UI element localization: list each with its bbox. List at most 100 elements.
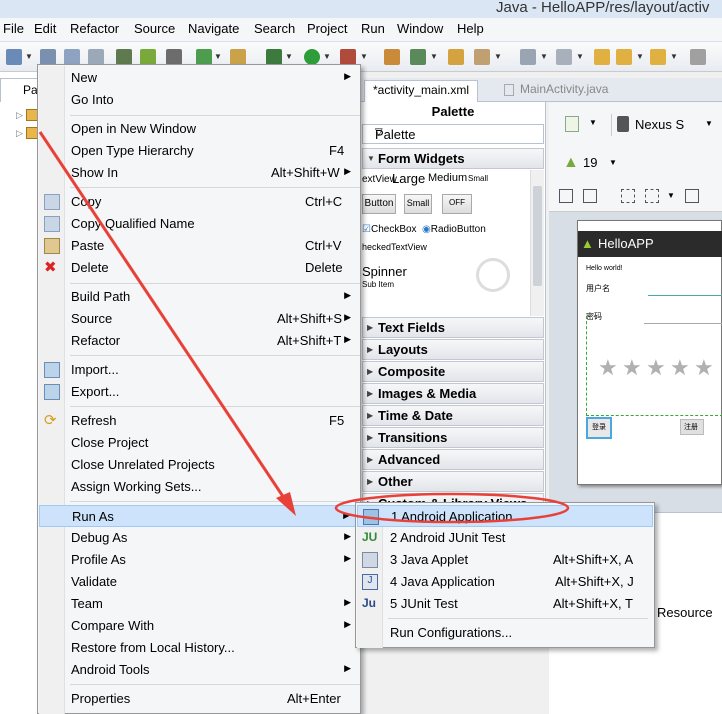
new-icon[interactable] — [6, 49, 22, 65]
device-selector[interactable]: Nexus S ▼ — [617, 114, 717, 136]
menu-item-import[interactable]: Import... — [39, 359, 359, 381]
chevron-down-icon[interactable]: ▼ — [589, 118, 597, 127]
chevron-down-icon[interactable]: ▼ — [25, 52, 33, 61]
menu-item-android-tools[interactable]: Android Tools ▶ — [39, 659, 359, 681]
menu-item-team[interactable]: Team ▶ — [39, 593, 359, 615]
forward-icon[interactable] — [650, 49, 666, 65]
password-input[interactable] — [644, 323, 722, 324]
chevron-down-icon[interactable]: ▼ — [540, 52, 548, 61]
run-icon[interactable] — [304, 49, 320, 65]
chevron-down-icon[interactable]: ▼ — [430, 52, 438, 61]
save-all-icon[interactable] — [64, 49, 80, 65]
check-icon[interactable] — [196, 49, 212, 65]
menu-item-compare-with[interactable]: Compare With ▶ — [39, 615, 359, 637]
chevron-down-icon[interactable]: ▼ — [636, 52, 644, 61]
widget-spinner[interactable]: Spinner — [362, 264, 407, 279]
widget-toggle-button[interactable]: OFF — [442, 194, 472, 214]
menu-item-debug-as[interactable]: Debug As ▶ — [39, 527, 359, 549]
run-as-android-junit-test[interactable]: JU 2 Android JUnit Test — [357, 527, 653, 549]
annotation-icon[interactable] — [520, 49, 536, 65]
widget-radio[interactable]: ◉RadioButton — [422, 224, 486, 235]
menu-refactor[interactable]: Refactor — [70, 21, 119, 36]
search-icon[interactable] — [474, 49, 490, 65]
tab-activity-main[interactable]: *activity_main.xml — [364, 80, 479, 102]
widget-button[interactable]: Button — [362, 194, 396, 214]
chevron-down-icon[interactable]: ▼ — [285, 52, 293, 61]
menu-item-copy-qualified-name[interactable]: Copy Qualified Name — [39, 213, 359, 235]
category-images-media[interactable]: ▶ Images & Media — [362, 383, 544, 404]
run-as-java-applet[interactable]: 3 Java Applet Alt+Shift+X, A — [357, 549, 653, 571]
palette-scrollbar[interactable] — [530, 170, 544, 316]
menu-item-refresh[interactable]: ⟳ Refresh F5 — [39, 410, 359, 432]
chevron-down-icon[interactable]: ▼ — [214, 52, 222, 61]
category-form-widgets[interactable]: ▼ Form Widgets — [362, 148, 544, 169]
category-text-fields[interactable]: ▶ Text Fields — [362, 317, 544, 338]
save-icon[interactable] — [40, 49, 56, 65]
category-layouts[interactable]: ▶ Layouts — [362, 339, 544, 360]
layout-file-icon[interactable] — [565, 116, 579, 132]
run-configurations[interactable]: Run Configurations... — [357, 622, 653, 644]
back-icon[interactable] — [616, 49, 632, 65]
open-type-icon[interactable] — [448, 49, 464, 65]
menu-item-export[interactable]: Export... — [39, 381, 359, 403]
register-button[interactable]: 注册 — [680, 419, 704, 435]
tab-main-activity[interactable]: MainActivity.java — [496, 80, 616, 102]
run-as-junit-test[interactable]: Ju 5 JUnit Test Alt+Shift+X, T — [357, 593, 653, 615]
username-input[interactable] — [648, 295, 722, 296]
menu-run[interactable]: Run — [361, 21, 385, 36]
widget-checked-textview[interactable]: heckedTextView — [362, 242, 427, 252]
menu-item-restore-local-history[interactable]: Restore from Local History... — [39, 637, 359, 659]
menu-help[interactable]: Help — [457, 21, 484, 36]
scrollbar-thumb[interactable] — [533, 186, 542, 286]
progress-spinner-icon[interactable] — [476, 258, 510, 292]
new-class-icon[interactable] — [410, 49, 426, 65]
expand-icon[interactable]: ▷ — [16, 110, 23, 121]
menu-item-assign-working-sets[interactable]: Assign Working Sets... — [39, 476, 359, 498]
last-edit-icon[interactable] — [594, 49, 610, 65]
menu-item-run-as[interactable]: Run As ▶ — [39, 505, 359, 527]
category-other[interactable]: ▶ Other — [362, 471, 544, 492]
chevron-down-icon[interactable]: ▼ — [360, 52, 368, 61]
menu-project[interactable]: Project — [307, 21, 347, 36]
menu-file[interactable]: File — [3, 21, 24, 36]
menu-item-close-unrelated-projects[interactable]: Close Unrelated Projects — [39, 454, 359, 476]
gravity-icon[interactable] — [645, 189, 659, 203]
login-button[interactable]: 登录 — [586, 417, 612, 439]
api-level[interactable]: 19 — [583, 155, 597, 170]
menu-edit[interactable]: Edit — [34, 21, 56, 36]
lint-icon[interactable] — [166, 49, 182, 65]
android-sdk-icon[interactable] — [140, 49, 156, 65]
fill-width-icon[interactable] — [559, 189, 573, 203]
menu-item-delete[interactable]: ✖ Delete Delete — [39, 257, 359, 279]
edit-icon[interactable] — [230, 49, 246, 65]
chevron-down-icon[interactable]: ▼ — [576, 52, 584, 61]
menu-item-profile-as[interactable]: Profile As ▶ — [39, 549, 359, 571]
category-composite[interactable]: ▶ Composite — [362, 361, 544, 382]
distribute-icon[interactable] — [685, 189, 699, 203]
menu-window[interactable]: Window — [397, 21, 443, 36]
phone-preview[interactable]: HelloAPP ▲ Hello world! 用户名 密码 登录 注册 — [577, 220, 722, 485]
menu-item-source[interactable]: Source Alt+Shift+S ▶ — [39, 308, 359, 330]
menu-item-show-in[interactable]: Show In Alt+Shift+W ▶ — [39, 162, 359, 184]
print-icon[interactable] — [88, 49, 104, 65]
widget-small-button[interactable]: Small — [404, 194, 432, 214]
package-explorer-tab[interactable]: Pa — [0, 78, 40, 102]
chevron-down-icon[interactable]: ▼ — [670, 52, 678, 61]
external-tools-icon[interactable] — [340, 49, 356, 65]
menu-item-open-type-hierarchy[interactable]: Open Type Hierarchy F4 — [39, 140, 359, 162]
menu-item-paste[interactable]: Paste Ctrl+V — [39, 235, 359, 257]
menu-search[interactable]: Search — [254, 21, 295, 36]
category-time-date[interactable]: ▶ Time & Date — [362, 405, 544, 426]
widget-small-text[interactable]: Small — [468, 174, 488, 183]
chevron-down-icon[interactable]: ▼ — [494, 52, 502, 61]
fill-height-icon[interactable] — [583, 189, 597, 203]
expand-icon[interactable]: ▷ — [16, 128, 23, 139]
widget-medium-text[interactable]: Medium — [428, 172, 467, 184]
next-annotation-icon[interactable] — [556, 49, 572, 65]
widget-checkbox[interactable]: ☑CheckBox — [362, 224, 417, 235]
menu-item-validate[interactable]: Validate — [39, 571, 359, 593]
download-icon[interactable] — [116, 49, 132, 65]
run-as-java-application[interactable]: J 4 Java Application Alt+Shift+X, J — [357, 571, 653, 593]
menu-source[interactable]: Source — [134, 21, 175, 36]
pin-icon[interactable] — [690, 49, 706, 65]
